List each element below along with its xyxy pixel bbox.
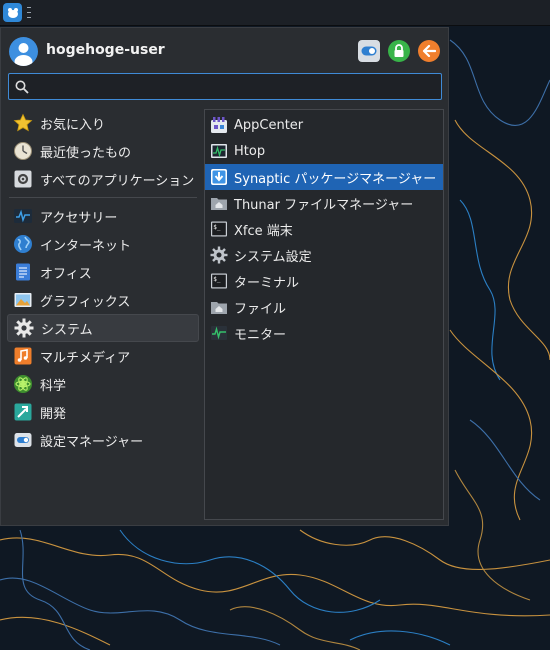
category-accessories[interactable]: アクセサリー bbox=[7, 202, 199, 230]
category-label: すべてのアプリケーション bbox=[40, 173, 195, 189]
app-item-monitor[interactable]: モニター bbox=[205, 320, 443, 346]
app-item-htop[interactable]: Htop bbox=[205, 138, 443, 164]
user-name: hogehoge-user bbox=[46, 42, 165, 58]
app-label: AppCenter bbox=[234, 117, 304, 133]
appcenter-icon bbox=[211, 117, 227, 133]
app-item-files[interactable]: ファイル bbox=[205, 294, 443, 320]
category-label: グラフィックス bbox=[40, 294, 131, 310]
folder-home-icon bbox=[211, 198, 227, 210]
lock-icon bbox=[394, 44, 404, 57]
search-box[interactable] bbox=[8, 73, 442, 100]
category-label: マルチメディア bbox=[40, 350, 131, 366]
category-label: オフィス bbox=[40, 266, 92, 282]
app-label: システム設定 bbox=[234, 249, 312, 265]
accessories-icon bbox=[14, 209, 32, 223]
search-input[interactable] bbox=[37, 77, 441, 99]
all-apps-icon bbox=[14, 170, 32, 188]
category-internet[interactable]: インターネット bbox=[7, 230, 199, 258]
category-label: 開発 bbox=[40, 406, 67, 422]
category-development[interactable]: 開発 bbox=[7, 398, 199, 426]
monitor-icon bbox=[211, 326, 227, 340]
panel-handle-icon[interactable] bbox=[27, 7, 31, 18]
science-icon bbox=[14, 375, 32, 393]
category-label: システム bbox=[41, 322, 93, 338]
settings-manager-button[interactable] bbox=[358, 40, 380, 62]
app-label: ターミナル bbox=[234, 275, 300, 291]
category-label: お気に入り bbox=[40, 117, 106, 133]
category-graphics[interactable]: グラフィックス bbox=[7, 286, 199, 314]
toggle-icon bbox=[361, 46, 377, 56]
app-item-appcenter[interactable]: AppCenter bbox=[205, 112, 443, 138]
terminal-icon: $_ bbox=[211, 273, 227, 289]
svg-text:$_: $_ bbox=[213, 224, 221, 231]
top-panel bbox=[0, 0, 550, 26]
graphics-icon bbox=[14, 293, 32, 307]
app-label: Synaptic パッケージマネージャー bbox=[234, 171, 437, 187]
category-list: お気に入り 最近使ったもの すべてのアプリケーション アクセサリー インターネッ… bbox=[7, 109, 199, 454]
search-icon bbox=[15, 80, 29, 94]
user-avatar bbox=[9, 37, 38, 66]
category-label: 科学 bbox=[40, 378, 67, 394]
app-item-thunar[interactable]: Thunar ファイルマネージャー bbox=[205, 190, 443, 216]
office-icon bbox=[16, 263, 30, 281]
star-icon bbox=[13, 113, 33, 132]
development-icon bbox=[14, 403, 32, 421]
app-item-xfce-terminal[interactable]: $_ Xfce 端末 bbox=[205, 216, 443, 242]
category-label: インターネット bbox=[40, 238, 132, 254]
folder-home-icon bbox=[211, 302, 227, 314]
terminal-icon: $_ bbox=[211, 221, 227, 237]
category-recent[interactable]: 最近使ったもの bbox=[7, 137, 199, 165]
app-item-terminal[interactable]: $_ ターミナル bbox=[205, 268, 443, 294]
category-favorites[interactable]: お気に入り bbox=[7, 109, 199, 137]
lock-screen-button[interactable] bbox=[388, 40, 410, 62]
category-separator bbox=[9, 197, 197, 198]
svg-text:$_: $_ bbox=[213, 276, 221, 283]
music-icon bbox=[14, 347, 32, 365]
app-item-synaptic[interactable]: Synaptic パッケージマネージャー bbox=[205, 164, 443, 190]
category-system[interactable]: システム bbox=[7, 314, 199, 342]
clock-icon bbox=[14, 142, 32, 160]
category-all-apps[interactable]: すべてのアプリケーション bbox=[7, 165, 199, 193]
app-label: Htop bbox=[234, 143, 266, 159]
synaptic-icon bbox=[211, 169, 227, 185]
menu-header: hogehoge-user bbox=[9, 36, 442, 68]
htop-icon bbox=[211, 144, 227, 158]
category-office[interactable]: オフィス bbox=[7, 258, 199, 286]
app-label: モニター bbox=[234, 327, 287, 343]
app-item-system-settings[interactable]: システム設定 bbox=[205, 242, 443, 268]
globe-icon bbox=[14, 235, 32, 253]
arrow-left-icon bbox=[422, 45, 436, 57]
category-settings-manager[interactable]: 設定マネージャー bbox=[7, 426, 199, 454]
settings-toggle-icon bbox=[14, 433, 32, 447]
category-label: 設定マネージャー bbox=[40, 434, 144, 450]
category-label: 最近使ったもの bbox=[40, 145, 132, 161]
whisker-menu-logo-icon[interactable] bbox=[3, 3, 22, 22]
logout-button[interactable] bbox=[418, 40, 440, 62]
category-science[interactable]: 科学 bbox=[7, 370, 199, 398]
app-label: ファイル bbox=[234, 301, 287, 317]
category-label: アクセサリー bbox=[40, 210, 118, 226]
app-label: Thunar ファイルマネージャー bbox=[234, 197, 414, 213]
category-multimedia[interactable]: マルチメディア bbox=[7, 342, 199, 370]
app-label: Xfce 端末 bbox=[234, 223, 293, 239]
whisker-menu: hogehoge-user お気に入り 最近使ったもの すべてのアプリケーション bbox=[0, 27, 449, 526]
system-settings-icon bbox=[210, 246, 228, 264]
application-list: AppCenter Htop Synaptic パッケージマネージャー Thun… bbox=[204, 109, 444, 520]
gear-icon bbox=[14, 318, 34, 338]
